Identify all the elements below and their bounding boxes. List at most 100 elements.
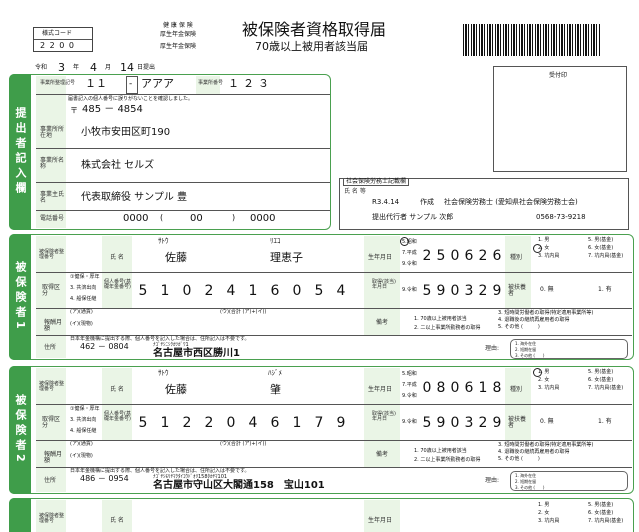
submitter-side-label: 提出者記入欄 <box>9 74 31 230</box>
office-address[interactable]: 小牧市安田区町190 <box>81 128 170 138</box>
insured-1-gender-label: 種別 <box>510 254 523 261</box>
insured-2-note-5: 5. その他 ( ) <box>498 456 540 462</box>
insured-1-note-2: 2. 二以上事業所勤務者の取得 <box>414 325 481 331</box>
office-no-label: 事業所番号 <box>198 80 224 86</box>
insured-3-num-label: 被保険者整理番号 <box>39 513 65 524</box>
mynumber-note: 届書記入の個人番号に誤りがないことを確認しました。 <box>68 96 194 102</box>
phone-3[interactable]: 0000 <box>250 214 275 224</box>
insured-1-era-2: 7.平成 <box>402 250 417 256</box>
form-subtitle: 70歳以上被用者該当届 <box>255 40 368 53</box>
insured-2-era-2: 7.平成 <box>402 382 417 388</box>
insured-1-sei[interactable]: 佐藤 <box>165 252 187 263</box>
insured-1-mei[interactable]: 理恵子 <box>270 252 303 263</box>
insured-2-pay-b: (イ)(現物) <box>70 453 93 459</box>
insured-2-pay-total: (ウ)(合計 (ア)+(イ)) <box>220 441 267 447</box>
insured-1-birth-label: 生年月日 <box>368 254 393 261</box>
form-title: 被保険者資格取得届 <box>242 20 387 39</box>
ins-type-3: 厚生年金保険 <box>160 43 197 50</box>
insured-3-gender-1: 1. 男 <box>538 502 550 508</box>
insured-1-gender-1: 1. 男 <box>538 237 550 243</box>
insured-2-reason-box: 1. 海外在住 2. 短期在留 3. その他 ( ) <box>510 471 628 491</box>
agent-office: 社会保険労務士 (愛知県社会保険労務士会) <box>444 198 578 206</box>
phone-1[interactable]: 0000 <box>123 214 148 224</box>
insured-1-gender-7: 7. 坑内員(基金) <box>588 253 624 259</box>
insured-2-kind-3: 3. 共済出向 <box>70 417 97 423</box>
insured-2-furigana-mei: ﾊｼﾞﾒ <box>268 369 282 377</box>
insured-1-reason-box: 1. 海外在住 2. 短期在留 3. その他 ( ) <box>510 339 628 359</box>
insured-1-furigana-mei: ﾘｴｺ <box>270 237 281 245</box>
insured-2-note-4: 4. 退職後の継続再雇用者の取得 <box>498 449 570 455</box>
agent-date: R3.4.14 <box>372 198 400 206</box>
phone-label: 電話番号 <box>40 215 65 222</box>
insured-2-dep-label: 被扶養者 <box>508 416 527 429</box>
insured-3-birth-label: 生年月日 <box>368 517 393 524</box>
insured-2-mynum-digits[interactable]: 5 1 2 2 0 4 6 1 7 9 <box>136 415 366 431</box>
insured-1-address[interactable]: 名古屋市西区勝川1 <box>153 349 240 359</box>
insured-1-pay-label: 報酬月額 <box>44 319 63 332</box>
insured-2-address[interactable]: 名古屋市守山区大閣通158 宝山101 <box>153 481 325 491</box>
insured-1-gender-5: 5. 男(基金) <box>588 237 614 243</box>
submit-year[interactable]: 3 <box>58 62 65 73</box>
insured-2-dep-yes: 1. 有 <box>598 418 612 425</box>
insured-3-name-label: 氏 名 <box>110 517 124 524</box>
insured-2-gender-5: 5. 男(基金) <box>588 369 614 375</box>
insured-1-kind-3: 3. 共済出向 <box>70 285 97 291</box>
agent-box: 社会保険労務士記載欄 氏 名 等 R3.4.14 作成 社会保険労務士 (愛知県… <box>339 178 629 230</box>
insured-2-address-label: 住所 <box>44 477 57 484</box>
insured-1-dep-label: 被扶養者 <box>508 284 527 297</box>
insured-1-mynum-digits[interactable]: 5 1 0 2 4 1 6 0 5 4 <box>136 283 366 299</box>
insured-1-kind-label: 取得区分 <box>42 284 61 297</box>
submit-year-unit: 年 <box>73 64 80 71</box>
insured-2-mei[interactable]: 肇 <box>270 384 281 395</box>
office-name-label: 事業所名称 <box>40 157 65 170</box>
phone-2[interactable]: 00 <box>190 214 203 224</box>
insured-2-num-label: 被保険者整理番号 <box>39 381 65 392</box>
insured-2-era-3: 9.令和 <box>402 393 417 399</box>
insured-1-furigana-sei: ｻﾄｳ <box>158 237 169 245</box>
office-no[interactable]: １２３ <box>228 78 273 89</box>
insured-2-pay-label: 報酬月額 <box>44 451 63 464</box>
owner-name[interactable]: 代表取締役 サンプル 豊 <box>81 193 187 203</box>
insured-2-kind-4: 4. 船保任継 <box>70 428 97 434</box>
insured-2-mynum-label: 個人番号(基礎年金番号) <box>104 411 131 422</box>
agent-created: 作成 <box>420 198 434 206</box>
submit-day[interactable]: 14 <box>120 62 134 73</box>
insured-1-note-1: 1. 70歳以上被用者該当 <box>414 316 467 322</box>
form-code-label: 様式コード <box>42 30 73 37</box>
insured-3-gender-3: 3. 坑内員 <box>538 518 560 524</box>
insured-2-acq-era: 9.令和 <box>402 419 417 425</box>
receipt-stamp-box: 受付印 <box>493 66 627 172</box>
insured-1-pay-a: (ア)(通貨) <box>70 309 93 315</box>
insured-2-acq-digits[interactable]: 5 9 0 3 2 9 <box>420 415 506 431</box>
insured-2-zip[interactable]: 486 － 0954 <box>80 475 129 483</box>
form-code-box: 様式コード 2 2 0 0 <box>33 27 93 52</box>
insured-2-gender-label: 種別 <box>510 386 523 393</box>
agent-box-label: 社会保険労務士記載欄 <box>343 178 410 186</box>
insured-1-zip[interactable]: 462 － 0804 <box>80 343 129 351</box>
agent-line: 提出代行者 サンプル 次郎 <box>372 213 454 221</box>
insured-1-acq-digits[interactable]: 5 9 0 3 2 9 <box>420 283 506 299</box>
submit-month[interactable]: 4 <box>90 62 97 73</box>
insured-1-mynum-label: 個人番号(基礎年金番号) <box>104 279 131 290</box>
ins-type-2: 厚生年金保険 <box>160 31 197 38</box>
insured-2-sei[interactable]: 佐藤 <box>165 384 187 395</box>
office-code-2[interactable]: アアア <box>141 78 174 89</box>
insured-1-pay-total: (ウ)(合計 (ア)+(イ)) <box>220 309 267 315</box>
insured-2-birth-digits[interactable]: 0 8 0 6 1 8 <box>420 380 506 396</box>
insured-3-gender-6: 6. 女(基金) <box>588 510 614 516</box>
office-name[interactable]: 株式会社 セルズ <box>81 161 154 171</box>
insured-1-dep-none: 0. 無 <box>540 286 554 293</box>
insured-1-note-label: 備考 <box>376 319 389 326</box>
office-code-1[interactable]: １１ <box>85 78 107 89</box>
insured-3-gender-7: 7. 坑内員(基金) <box>588 518 624 524</box>
owner-label: 事業主氏名 <box>40 191 65 204</box>
insured-1-note-3: 3. 短時間労働者の取得(特定適用事業所等) <box>498 310 594 316</box>
insured-2-note-3: 3. 短時間労働者の取得(特定適用事業所等) <box>498 442 594 448</box>
office-zip[interactable]: 485 － 4854 <box>82 105 143 115</box>
insured-2-note-label: 備考 <box>376 451 389 458</box>
barcode <box>463 24 601 56</box>
agent-name-label: 氏 名 等 <box>344 188 366 195</box>
insured-1-reason-label: 理由: <box>485 345 500 352</box>
insured-1-birth-digits[interactable]: 2 5 0 6 2 6 <box>420 248 506 264</box>
insured-2-birth-label: 生年月日 <box>368 386 393 393</box>
